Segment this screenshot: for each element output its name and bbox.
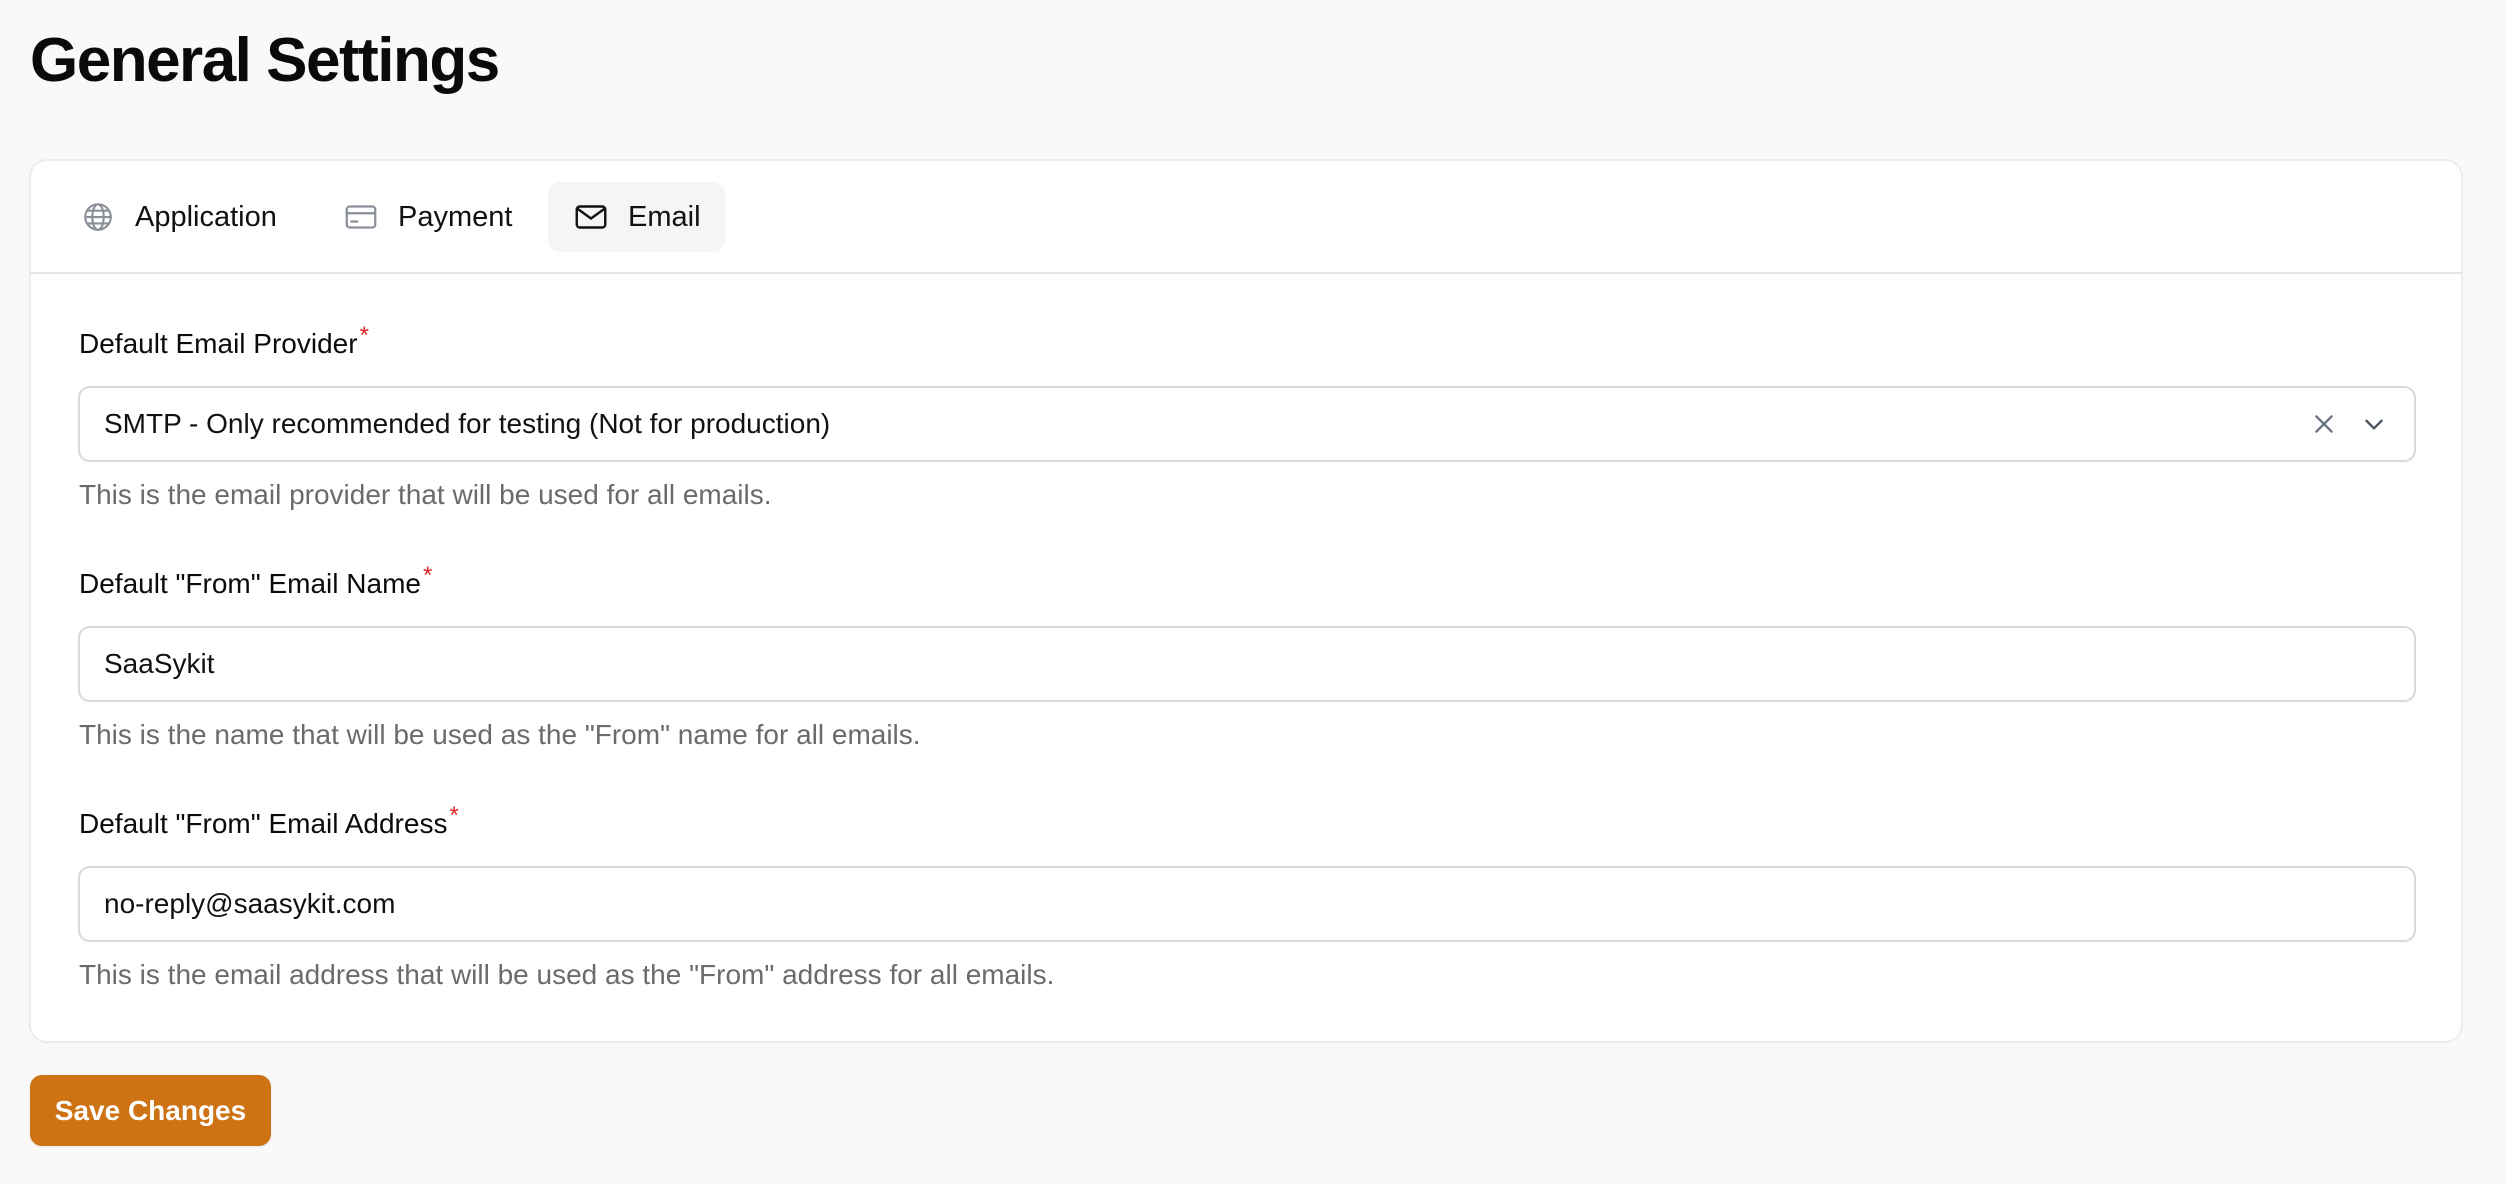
chevron-down-icon[interactable] [2356,406,2392,442]
from-address-label: Default "From" Email Address* [79,802,459,839]
tab-payment-label: Payment [398,200,513,233]
from-address-input[interactable] [80,868,2414,940]
email-provider-select[interactable]: SMTP - Only recommended for testing (Not… [78,386,2416,462]
settings-tabs: Application Payment Email [31,161,2461,274]
from-address-field-box [78,866,2416,942]
required-marker: * [359,322,369,349]
from-address-helper: This is the email address that will be u… [79,959,1055,990]
tab-application[interactable]: Application [55,182,301,252]
required-marker: * [422,562,433,589]
from-name-label: Default "From" Email Name* [79,562,433,599]
email-provider-value: SMTP - Only recommended for testing (Not… [104,408,831,439]
envelope-icon [572,198,610,236]
globe-icon [79,198,117,236]
from-name-field-box [78,626,2416,702]
page-title: General Settings [30,26,500,95]
email-provider-helper: This is the email provider that will be … [79,479,772,510]
from-name-helper: This is the name that will be used as th… [79,719,921,750]
save-changes-button[interactable]: Save Changes [30,1075,271,1146]
settings-card: Application Payment Email Default Email … [29,159,2463,1043]
clear-icon[interactable] [2306,406,2342,442]
tab-email[interactable]: Email [548,182,725,252]
from-name-input[interactable] [80,628,2414,700]
required-marker: * [449,802,459,829]
email-provider-label: Default Email Provider* [79,322,369,359]
tab-application-label: Application [135,200,277,233]
tab-email-label: Email [628,200,701,233]
credit-card-icon [342,198,380,236]
tab-payment[interactable]: Payment [318,182,536,252]
